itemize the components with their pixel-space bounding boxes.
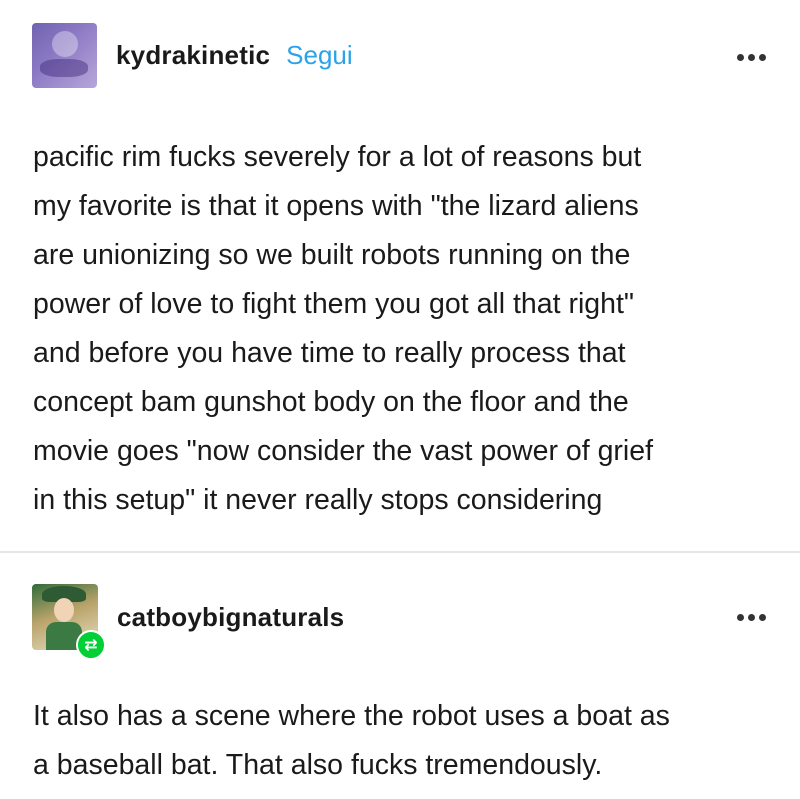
post-text-line: in this setup" it never really stops con…: [33, 484, 603, 516]
post-text-line: my favorite is that it opens with "the l…: [33, 190, 639, 222]
post-text-line: and before you have time to really proce…: [33, 337, 626, 369]
username[interactable]: catboybignaturals: [117, 602, 344, 633]
avatar-artwork-face: [54, 598, 74, 622]
more-options-icon[interactable]: [735, 608, 768, 627]
reblog-icon: ⇄: [76, 630, 106, 660]
post-body: It also has a scene where the robot uses…: [33, 692, 773, 790]
dot-icon: [737, 54, 744, 61]
post-header: kydrakinetic Segui: [32, 23, 353, 88]
more-options-icon[interactable]: [735, 48, 768, 67]
post-text-line: are unionizing so we built robots runnin…: [33, 239, 631, 271]
avatar-artwork-shadow: [40, 59, 88, 77]
dot-icon: [748, 54, 755, 61]
post-header: ⇄ catboybignaturals: [32, 584, 344, 660]
username[interactable]: kydrakinetic: [116, 40, 270, 71]
dot-icon: [759, 54, 766, 61]
post-body: pacific rim fucks severely for a lot of …: [33, 133, 773, 525]
post-text-line: movie goes "now consider the vast power …: [33, 435, 654, 467]
dot-icon: [737, 614, 744, 621]
post-text-line: power of love to fight them you got all …: [33, 288, 635, 320]
post-text-line: concept bam gunshot body on the floor an…: [33, 386, 629, 418]
dot-icon: [748, 614, 755, 621]
post-kydrakinetic: kydrakinetic Segui pacific rim fucks sev…: [0, 0, 800, 552]
avatar[interactable]: ⇄: [32, 584, 106, 660]
post-text-line: It also has a scene where the robot uses…: [33, 700, 670, 732]
post-text-line: pacific rim fucks severely for a lot of …: [33, 141, 642, 173]
avatar[interactable]: [32, 23, 97, 88]
post-catboybignaturals: ⇄ catboybignaturals It also has a scene …: [0, 553, 800, 799]
post-text-line: a baseball bat. That also fucks tremendo…: [33, 749, 603, 781]
follow-button[interactable]: Segui: [286, 40, 353, 71]
dot-icon: [759, 614, 766, 621]
avatar-artwork: [52, 31, 78, 57]
